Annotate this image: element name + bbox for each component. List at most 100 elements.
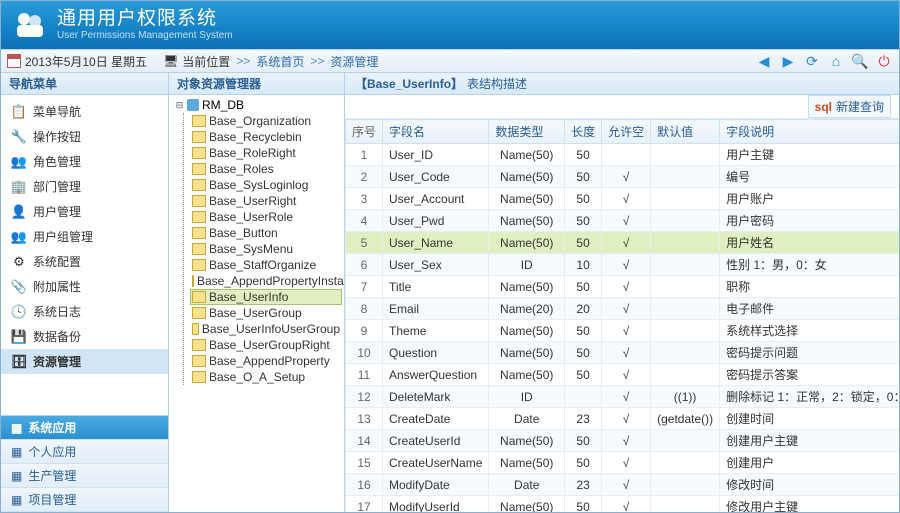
table-row[interactable]: 12DeleteMarkID√((1))删除标记 1：正常，2：锁定，0：删除 <box>346 386 900 408</box>
cell-len: 50 <box>565 276 602 298</box>
new-query-label: 新建查询 <box>836 98 884 115</box>
nav-item-1[interactable]: 🔧操作按钮 <box>1 124 168 149</box>
tree-node[interactable]: Base_StaffOrganize <box>190 257 342 273</box>
nav-item-icon: 🕓 <box>11 304 27 320</box>
tree-node[interactable]: Base_Organization <box>190 113 342 129</box>
nav-item-7[interactable]: 📎附加属性 <box>1 274 168 299</box>
table-row[interactable]: 16ModifyDateDate23√修改时间 <box>346 474 900 496</box>
tree-root[interactable]: ⊟ RM_DB <box>175 97 342 113</box>
nav-item-label: 数据备份 <box>33 328 81 345</box>
table-row[interactable]: 10QuestionName(50)50√密码提示问题 <box>346 342 900 364</box>
cell-name: CreateUserId <box>383 430 489 452</box>
col-header[interactable]: 长度 <box>565 120 602 144</box>
table-row[interactable]: 1User_IDName(50)50用户主键 <box>346 144 900 166</box>
breadcrumb-current[interactable]: 资源管理 <box>330 53 378 70</box>
nav-item-4[interactable]: 👤用户管理 <box>1 199 168 224</box>
table-icon <box>192 323 199 335</box>
tree-node[interactable]: Base_UserInfoUserGroup <box>190 321 342 337</box>
table-row[interactable]: 6User_SexID10√性别 1：男，0：女 <box>346 254 900 276</box>
cell-default <box>651 320 720 342</box>
nav-item-0[interactable]: 📋菜单导航 <box>1 99 168 124</box>
cell-type: ID <box>489 386 565 408</box>
nav-item-3[interactable]: 🏢部门管理 <box>1 174 168 199</box>
table-row[interactable]: 5User_NameName(50)50√用户姓名 <box>346 232 900 254</box>
table-row[interactable]: 14CreateUserIdName(50)50√创建用户主键 <box>346 430 900 452</box>
cell-name: User_Name <box>383 232 489 254</box>
nav-section-2[interactable]: ▦生产管理 <box>1 464 168 488</box>
tree-node-label: Base_UserRight <box>209 194 296 208</box>
cell-name: Email <box>383 298 489 320</box>
tree-root-label: RM_DB <box>202 98 244 112</box>
nav-item-9[interactable]: 💾 数据备份 <box>1 324 168 349</box>
tree-node[interactable]: Base_UserRole <box>190 209 342 225</box>
nav-item-2[interactable]: 👥角色管理 <box>1 149 168 174</box>
table-row[interactable]: 15CreateUserNameName(50)50√创建用户 <box>346 452 900 474</box>
col-header[interactable]: 序号 <box>346 120 383 144</box>
forward-icon[interactable]: ▶ <box>779 52 797 70</box>
tree-node[interactable]: Base_Roles <box>190 161 342 177</box>
nav-section-0[interactable]: ▦系统应用 <box>1 416 168 440</box>
cell-desc: 密码提示答案 <box>720 364 899 386</box>
tree-node[interactable]: Base_SysLoginlog <box>190 177 342 193</box>
table-row[interactable]: 2User_CodeName(50)50√编号 <box>346 166 900 188</box>
tree-node[interactable]: Base_Recyclebin <box>190 129 342 145</box>
cell-null: √ <box>602 408 651 430</box>
table-row[interactable]: 4User_PwdName(50)50√用户密码 <box>346 210 900 232</box>
cell-len: 50 <box>565 364 602 386</box>
tree-node[interactable]: Base_UserRight <box>190 193 342 209</box>
cell-type: Name(50) <box>489 452 565 474</box>
col-header[interactable]: 允许空 <box>602 120 651 144</box>
col-header[interactable]: 字段名 <box>383 120 489 144</box>
cell-len: 20 <box>565 298 602 320</box>
nav-section-3[interactable]: ▦项目管理 <box>1 488 168 512</box>
home-icon[interactable]: ⌂ <box>827 52 845 70</box>
cell-index: 9 <box>346 320 383 342</box>
power-icon[interactable]: ⏻ <box>875 52 893 70</box>
cell-index: 10 <box>346 342 383 364</box>
tree-node-label: Base_Organization <box>209 114 311 128</box>
table-row[interactable]: 7TitleName(50)50√职称 <box>346 276 900 298</box>
table-row[interactable]: 9ThemeName(50)50√系统样式选择 <box>346 320 900 342</box>
back-icon[interactable]: ◀ <box>755 52 773 70</box>
tree-node[interactable]: Base_O_A_Setup <box>190 369 342 385</box>
table-row[interactable]: 17ModifyUserIdName(50)50√修改用户主键 <box>346 496 900 513</box>
nav-item-8[interactable]: 🕓系统日志 <box>1 299 168 324</box>
cell-index: 6 <box>346 254 383 276</box>
collapse-icon[interactable]: ⊟ <box>175 100 184 111</box>
nav-item-5[interactable]: 👥用户组管理 <box>1 224 168 249</box>
sql-icon: sql <box>815 100 832 114</box>
tree-node[interactable]: Base_SysMenu <box>190 241 342 257</box>
tree-node[interactable]: Base_UserGroup <box>190 305 342 321</box>
col-header[interactable]: 数据类型 <box>489 120 565 144</box>
col-header[interactable]: 字段说明 <box>720 120 899 144</box>
new-query-button[interactable]: sql 新建查询 <box>808 95 891 118</box>
table-row[interactable]: 11AnswerQuestionName(50)50√密码提示答案 <box>346 364 900 386</box>
cell-null: √ <box>602 276 651 298</box>
nav-item-10[interactable]: 🗄资源管理 <box>1 349 168 374</box>
refresh-icon[interactable]: ⟳ <box>803 52 821 70</box>
breadcrumb-home[interactable]: 系统首页 <box>256 53 304 70</box>
tree-node[interactable]: Base_RoleRight <box>190 145 342 161</box>
cell-name: User_Pwd <box>383 210 489 232</box>
table-row[interactable]: 8EmailName(20)20√电子邮件 <box>346 298 900 320</box>
tree-node[interactable]: Base_UserInfo <box>190 289 342 305</box>
tree-node[interactable]: Base_AppendProperty <box>190 353 342 369</box>
search-icon[interactable]: 🔍 <box>851 52 869 70</box>
tree-node[interactable]: Base_Button <box>190 225 342 241</box>
cell-len: 50 <box>565 320 602 342</box>
table-row[interactable]: 3User_AccountName(50)50√用户账户 <box>346 188 900 210</box>
cell-name: User_Account <box>383 188 489 210</box>
section-icon: ▦ <box>11 493 22 507</box>
cell-len: 50 <box>565 452 602 474</box>
nav-item-6[interactable]: ⚙系统配置 <box>1 249 168 274</box>
tree-node-label: Base_O_A_Setup <box>209 370 305 384</box>
nav-section-1[interactable]: ▦个人应用 <box>1 440 168 464</box>
table-row[interactable]: 13CreateDateDate23√(getdate())创建时间 <box>346 408 900 430</box>
col-header[interactable]: 默认值 <box>651 120 720 144</box>
cell-name: DeleteMark <box>383 386 489 408</box>
tree-node[interactable]: Base_AppendPropertyInstance <box>190 273 342 289</box>
nav-item-icon: 💾 <box>11 329 27 345</box>
tree-node-label: Base_UserGroupRight <box>209 338 330 352</box>
cell-index: 8 <box>346 298 383 320</box>
tree-node[interactable]: Base_UserGroupRight <box>190 337 342 353</box>
